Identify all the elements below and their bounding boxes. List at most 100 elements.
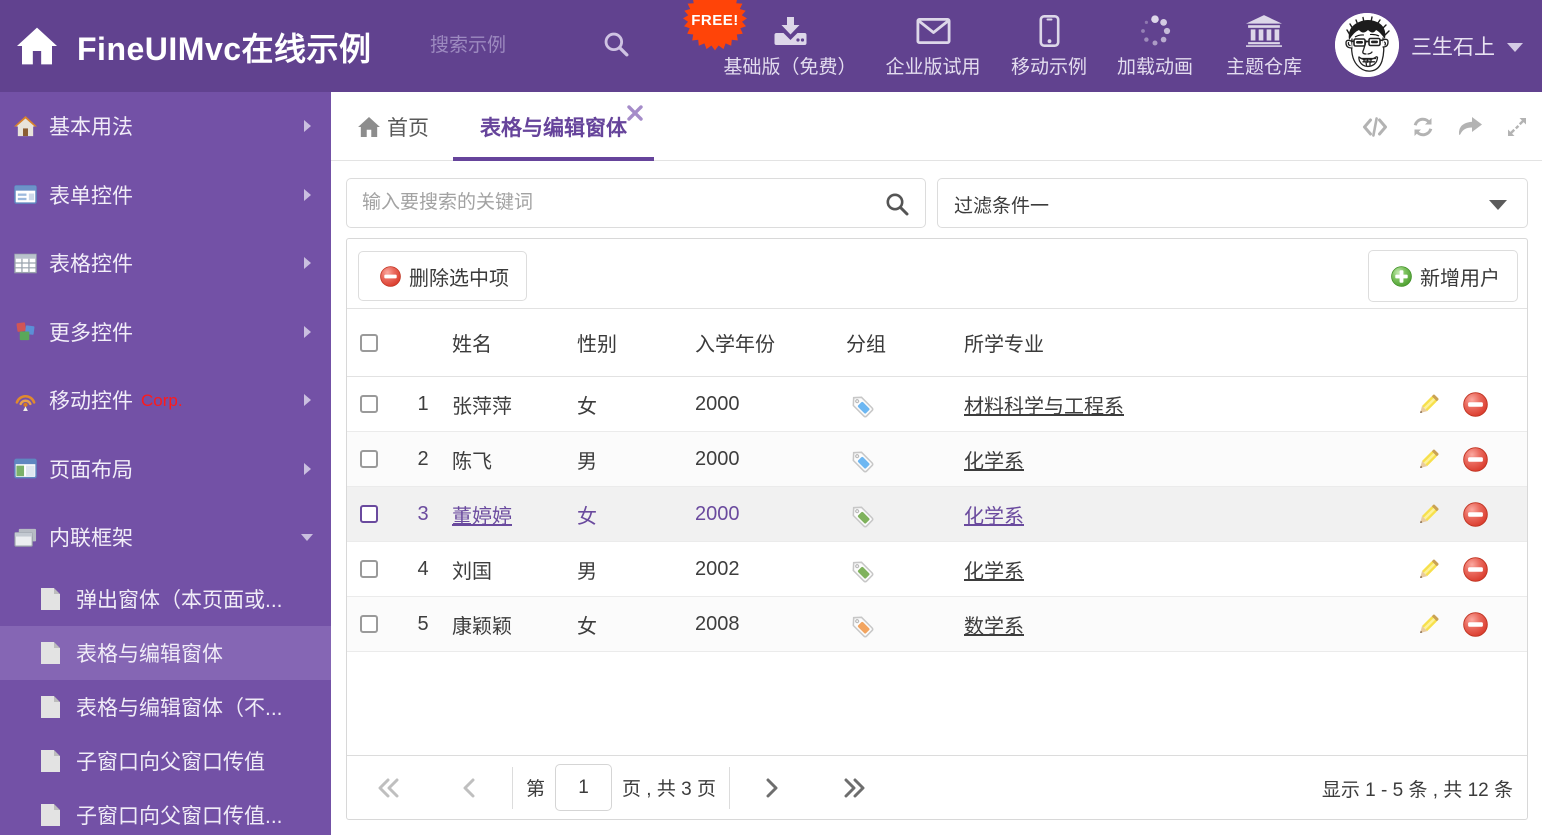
record-summary: 显示 1 - 5 条 , 共 12 条 [1321,779,1513,801]
sidebar-item-mobile-controls[interactable]: 移动控件 Corp. [0,366,331,435]
chevron-right-icon [300,119,314,133]
nav-item-theme-store[interactable]: 主题仓库 [1226,0,1302,92]
angle-right-icon [764,778,780,798]
tab-grid-edit-window[interactable]: 表格与编辑窗体 [453,92,654,161]
cubes-colored-icon [16,322,35,341]
document-icon [41,696,60,718]
major-link[interactable]: 数学系 [964,616,1024,638]
expand-icon[interactable] [1506,116,1528,138]
tab-home[interactable]: 首页 [358,92,429,161]
sidebar-item-grid-controls[interactable]: 表格控件 [0,229,331,298]
cell-year: 2000 [695,392,740,415]
sidebar-subitem-child-to-parent-2[interactable]: 子窗口向父窗口传值... [0,788,331,835]
header-nav: 基础版（免费） 企业版试用 移动示例 加载动画 主题仓库 [0,0,1330,92]
delete-minus-icon[interactable] [1463,557,1488,582]
pagination-bar: 第 页 , 共 3 页 显示 1 - 5 条 , 共 12 条 [347,755,1527,819]
edit-pencil-icon[interactable] [1416,502,1441,527]
major-link[interactable]: 化学系 [964,561,1024,583]
username: 三生石上 [1411,36,1495,59]
edit-pencil-icon[interactable] [1416,447,1441,472]
major-link[interactable]: 化学系 [964,451,1024,473]
sidebar-subitem-grid-edit-window[interactable]: 表格与编辑窗体 [0,625,331,680]
user-menu[interactable]: 三生石上 [1411,31,1523,61]
select-all-checkbox[interactable] [360,333,378,352]
first-page-button[interactable] [377,778,401,798]
chevron-right-icon [300,462,314,476]
page-suffix: 页 , 共 3 页 [622,779,716,800]
sidebar-subitem-grid-edit-window-2[interactable]: 表格与编辑窗体（不... [0,680,331,734]
page-number-input[interactable] [555,764,613,811]
sidebar-submenu: 弹出窗体（本页面或... 表格与编辑窗体 表格与编辑窗体（不... 子窗口向父窗… [0,572,331,835]
major-link[interactable]: 材料科学与工程系 [964,396,1124,418]
edit-pencil-icon[interactable] [1416,392,1441,417]
nav-item-mobile-demo[interactable]: 移动示例 [1011,0,1087,92]
table-row[interactable]: 5 康颖颖 女 2008 数学系 [347,597,1527,652]
user-avatar[interactable] [1335,13,1399,77]
grid-empty-area [347,652,1527,755]
document-icon [41,588,60,610]
table-header-row: 姓名 性别 入学年份 分组 所学专业 [347,308,1527,377]
table-row-selected[interactable]: 3 董婷婷 女 2000 化学系 [347,487,1527,542]
sidebar-item-inline-frame[interactable]: 内联框架 [0,503,331,572]
next-page-button[interactable] [764,778,780,798]
table-row[interactable]: 4 刘国 男 2002 化学系 [347,542,1527,597]
sidebar-subitem-popup-window[interactable]: 弹出窗体（本页面或... [0,572,331,626]
chevron-right-icon [300,256,314,270]
delete-minus-icon[interactable] [1463,392,1488,417]
table-row[interactable]: 2 陈飞 男 2000 化学系 [347,432,1527,487]
delete-minus-icon[interactable] [1463,447,1488,472]
document-icon [41,804,60,826]
column-header-gender: 性别 [577,334,617,356]
caret-down-icon [1507,43,1523,52]
app-header: FineUIMvc在线示例 FREE! 基础版（免费） 企业版试用 移动示例 加… [0,0,1542,92]
cell-year: 2008 [695,612,740,635]
tab-bar: 首页 表格与编辑窗体 [331,92,1542,161]
sidebar-subitem-child-to-parent[interactable]: 子窗口向父窗口传值 [0,734,331,788]
filter-dropdown-value: 过滤条件一 [954,196,1050,217]
chevron-right-icon [300,188,314,202]
row-checkbox[interactable] [360,505,378,523]
nav-item-loading-animation[interactable]: 加载动画 [1117,0,1193,92]
table-row[interactable]: 1 张萍萍 女 2000 材料科学与工程系 [347,377,1527,432]
last-page-button[interactable] [842,778,866,798]
home-colored-icon [14,115,37,136]
tab-close-icon[interactable] [627,105,643,121]
search-icon[interactable] [885,192,909,216]
keyword-search-input[interactable] [362,179,872,227]
row-checkbox[interactable] [360,615,378,633]
delete-selected-button[interactable]: 删除选中项 [358,251,527,301]
tag-icon [849,558,874,583]
sidebar-item-more-controls[interactable]: 更多控件 [0,298,331,367]
delete-minus-icon[interactable] [1463,612,1488,637]
cell-name: 张萍萍 [452,395,512,418]
major-link[interactable]: 化学系 [964,506,1024,528]
source-code-icon[interactable] [1362,117,1388,137]
sidebar-item-form-controls[interactable]: 表单控件 [0,161,331,230]
delete-minus-icon[interactable] [1463,502,1488,527]
chevron-down-icon [300,530,314,544]
row-checkbox[interactable] [360,395,378,413]
nav-item-enterprise-trial[interactable]: 企业版试用 [885,0,981,92]
row-checkbox[interactable] [360,560,378,578]
prev-page-button[interactable] [461,778,477,798]
refresh-icon[interactable] [1412,117,1434,137]
add-user-button[interactable]: 新增用户 [1368,250,1518,302]
cell-year: 2000 [695,502,740,525]
column-header-group: 分组 [846,334,886,356]
spinner-icon [1139,15,1171,47]
share-icon[interactable] [1458,117,1482,137]
edit-pencil-icon[interactable] [1416,612,1441,637]
column-header-major: 所学专业 [964,334,1044,356]
sidebar-item-page-layout[interactable]: 页面布局 [0,435,331,504]
mobile-icon [1038,15,1059,47]
form-colored-icon [14,185,37,205]
row-checkbox[interactable] [360,450,378,468]
cell-gender: 女 [577,615,597,638]
cell-name-link[interactable]: 董婷婷 [452,506,512,528]
edit-pencil-icon[interactable] [1416,557,1441,582]
sidebar-item-basic-usage[interactable]: 基本用法 [0,92,331,161]
filter-dropdown[interactable]: 过滤条件一 [937,178,1528,228]
envelope-icon [916,15,950,47]
minus-circle-icon [380,266,401,287]
nav-item-basic-edition[interactable]: 基础版（免费） [723,0,857,92]
